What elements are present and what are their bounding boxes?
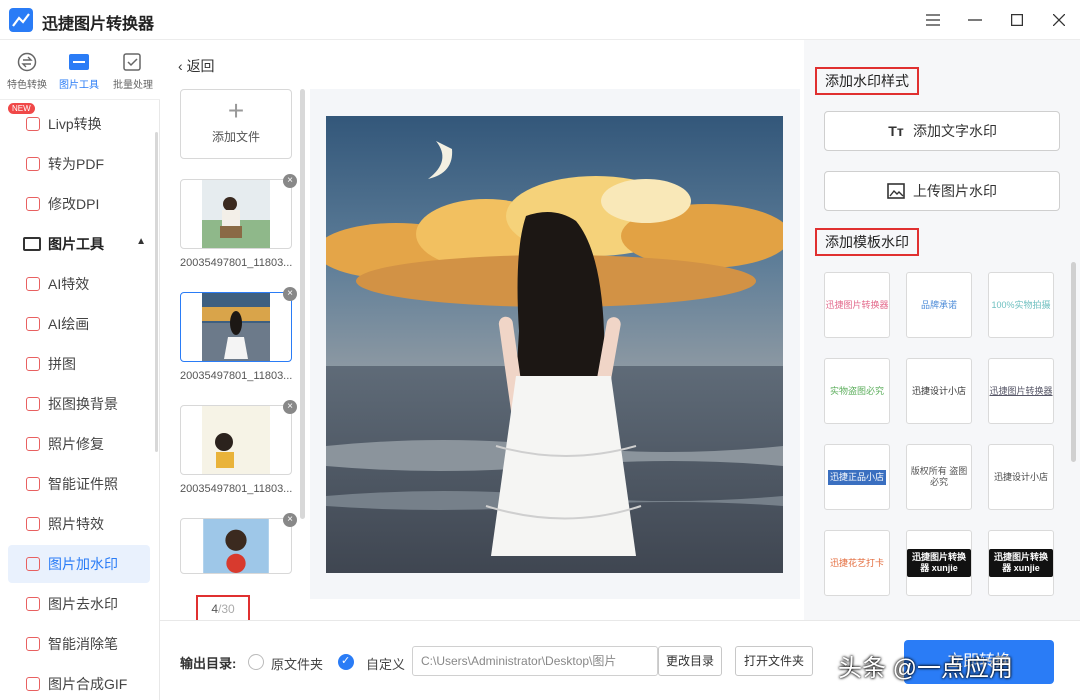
thumbnail-image — [202, 293, 270, 361]
remove-file-icon[interactable]: × — [283, 287, 297, 301]
preview-image — [326, 116, 783, 573]
file-thumbnail[interactable]: × — [180, 400, 297, 475]
thumbnail-image — [202, 180, 270, 248]
overlay-watermark-text: 头条 @一点应用 — [838, 655, 1014, 682]
eraser-pen-icon — [26, 637, 40, 651]
output-dir-label: 输出目录: — [180, 656, 237, 671]
minimize-icon[interactable] — [963, 8, 987, 32]
batch-icon — [122, 52, 144, 72]
file-list-scrollbar[interactable] — [300, 89, 305, 519]
open-folder-button[interactable]: 打开文件夹 — [735, 646, 813, 676]
watermark-template[interactable]: 迅捷花艺打卡 — [824, 530, 890, 596]
file-name: 20035497801_11803... — [180, 483, 293, 495]
sidebar-item-dpi[interactable]: 修改DPI — [8, 185, 150, 223]
chevron-left-icon: ‹ — [178, 58, 187, 74]
watermark-template[interactable]: 版权所有 盗图必究 — [906, 444, 972, 510]
sidebar-item-eraser-pen[interactable]: 智能消除笔 — [8, 625, 150, 663]
thumbnail-image — [202, 406, 270, 474]
file-thumbnail[interactable]: × — [180, 174, 297, 249]
watermark-template[interactable]: 迅捷图片转换器 — [988, 358, 1054, 424]
sidebar-item-collage[interactable]: 拼图 — [8, 345, 150, 383]
upload-image-watermark-button[interactable]: 上传图片水印 — [824, 171, 1060, 211]
remove-watermark-icon — [26, 597, 40, 611]
title-bar: 迅捷图片转换器 — [0, 0, 1080, 40]
sidebar-item-ai-paint[interactable]: AI绘画 — [8, 305, 150, 343]
watermark-template[interactable]: 品牌承诺 — [906, 272, 972, 338]
menu-icon[interactable] — [921, 8, 945, 32]
image-tools-icon — [68, 52, 90, 72]
collage-icon — [26, 357, 40, 371]
file-thumbnail-selected[interactable]: × — [180, 287, 297, 362]
sidebar-item-cutout[interactable]: 抠图换背景 — [8, 385, 150, 423]
radio-custom-folder[interactable] — [338, 654, 354, 670]
file-name: 20035497801_11803... — [180, 370, 293, 382]
watermark-template[interactable]: 迅捷正品小店 — [824, 444, 890, 510]
radio-label-custom: 自定义 — [366, 657, 406, 672]
output-path-field[interactable]: C:\Users\Administrator\Desktop\图片 — [412, 646, 658, 676]
section-title-template-watermark: 添加模板水印 — [815, 228, 919, 256]
dpi-icon — [26, 197, 40, 211]
repair-icon — [26, 437, 40, 451]
sidebar-scrollbar[interactable] — [155, 132, 158, 452]
add-file-button[interactable]: + 添加文件 — [180, 89, 292, 159]
sidebar-item-to-pdf[interactable]: 转为PDF — [8, 145, 150, 183]
sidebar-item-id-photo[interactable]: 智能证件照 — [8, 465, 150, 503]
sidebar-item-remove-watermark[interactable]: 图片去水印 — [8, 585, 150, 623]
section-title-watermark-style: 添加水印样式 — [815, 67, 919, 95]
radio-original-folder[interactable] — [248, 654, 264, 670]
ai-effect-icon — [26, 277, 40, 291]
tool-tabs: 特色转换 图片工具 批量处理 — [0, 40, 160, 100]
add-watermark-icon — [26, 557, 40, 571]
image-icon — [887, 182, 905, 200]
remove-file-icon[interactable]: × — [283, 400, 297, 414]
id-photo-icon — [26, 477, 40, 491]
sidebar-group-image-tools[interactable]: 图片工具 ▲ — [8, 225, 150, 263]
ai-paint-icon — [26, 317, 40, 331]
plus-icon: + — [227, 95, 245, 126]
watermark-template[interactable]: 迅捷图片转换器 — [824, 272, 890, 338]
template-scrollbar[interactable] — [1071, 262, 1076, 462]
sidebar-item-repair[interactable]: 照片修复 — [8, 425, 150, 463]
close-icon[interactable] — [1047, 8, 1071, 32]
watermark-template[interactable]: 迅捷设计小店 — [988, 444, 1054, 510]
gif-icon — [26, 677, 40, 691]
sidebar-item-ai-effect[interactable]: AI特效 — [8, 265, 150, 303]
back-link[interactable]: ‹ 返回 — [178, 56, 215, 76]
tab-batch[interactable]: 批量处理 — [107, 52, 159, 91]
watermark-template[interactable]: 迅捷图片转换器 xunjie — [906, 530, 972, 596]
sidebar-item-photo-effect[interactable]: 照片特效 — [8, 505, 150, 543]
app-title: 迅捷图片转换器 — [42, 16, 155, 33]
livp-icon — [26, 117, 40, 131]
page-counter: 4/30 — [196, 595, 250, 623]
radio-label-original: 原文件夹 — [271, 657, 324, 672]
image-tools-icon — [23, 237, 41, 251]
cutout-icon — [26, 397, 40, 411]
chevron-up-icon: ▲ — [136, 236, 146, 247]
sidebar-item-livp[interactable]: Livp转换 — [8, 105, 150, 143]
remove-file-icon[interactable]: × — [283, 174, 297, 188]
sidebar-item-gif[interactable]: 图片合成GIF — [8, 665, 150, 700]
pdf-icon — [26, 157, 40, 171]
text-icon: Tт — [888, 123, 904, 139]
maximize-icon[interactable] — [1005, 8, 1029, 32]
tab-feature-convert[interactable]: 特色转换 — [1, 52, 53, 91]
file-thumbnail[interactable]: × — [180, 513, 297, 574]
watermark-template[interactable]: 迅捷图片转换器 xunjie — [988, 530, 1054, 596]
swap-icon — [16, 52, 38, 72]
thumbnail-image — [203, 519, 269, 573]
app-logo-icon — [9, 8, 33, 32]
watermark-template[interactable]: 实物盗图必究 — [824, 358, 890, 424]
tab-image-tools[interactable]: 图片工具 — [53, 52, 105, 91]
sidebar: NEW Livp转换 转为PDF 修改DPI 图片工具 ▲ AI特效 AI绘画 … — [0, 100, 160, 700]
file-name: 20035497801_11803... — [180, 257, 293, 269]
watermark-template[interactable]: 迅捷设计小店 — [906, 358, 972, 424]
remove-file-icon[interactable]: × — [283, 513, 297, 527]
sidebar-item-add-watermark[interactable]: 图片加水印 — [8, 545, 150, 583]
watermark-template[interactable]: 100%实物拍摄 — [988, 272, 1054, 338]
photo-effect-icon — [26, 517, 40, 531]
change-dir-button[interactable]: 更改目录 — [658, 646, 722, 676]
add-text-watermark-button[interactable]: Tт 添加文字水印 — [824, 111, 1060, 151]
